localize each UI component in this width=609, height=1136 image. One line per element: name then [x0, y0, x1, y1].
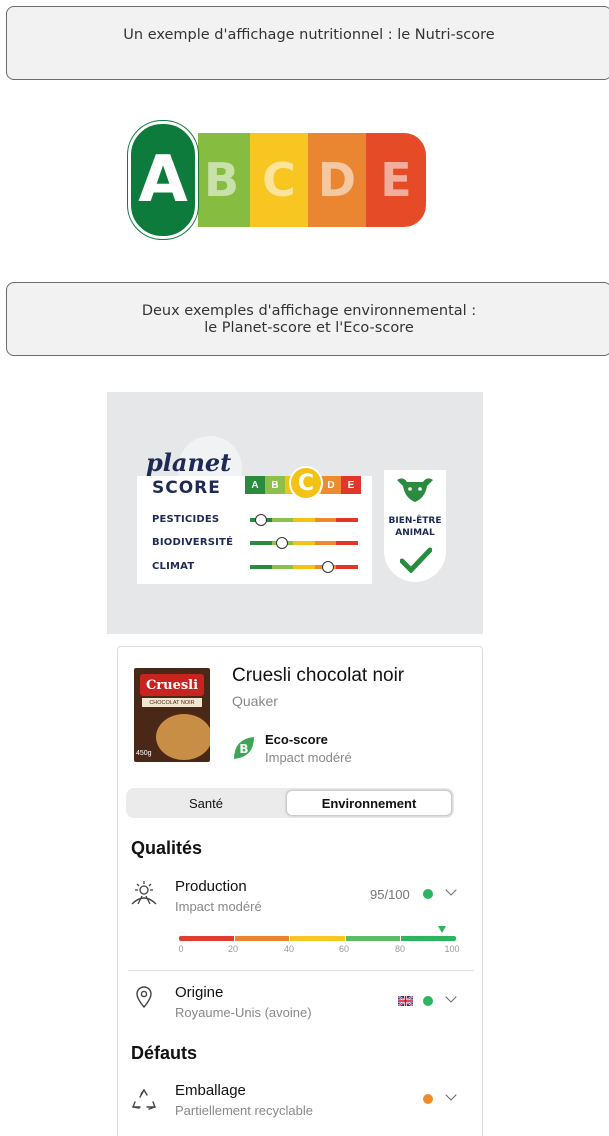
scale-tick-60: 60 [338, 944, 350, 954]
planet-score-logo-top: planet [146, 448, 232, 477]
nutriscore-logo: B C D E A [128, 121, 428, 239]
animal-welfare-label: BIEN-ÊTRE ANIMAL [384, 516, 446, 539]
origine-country: Royaume-Unis (avoine) [175, 1005, 312, 1020]
production-score: 95/100 [370, 887, 410, 902]
nutriscore-caption-text: Un exemple d'affichage nutritionnel : le… [123, 27, 495, 43]
environment-caption: Deux exemples d'affichage environnementa… [6, 282, 609, 356]
production-impact: Impact modéré [175, 899, 262, 914]
nutriscore-grade-b: B [198, 133, 250, 227]
cereal-bowl [156, 714, 210, 760]
production-status-dot [423, 889, 433, 899]
package-variant: CHOCOLAT NOIR [142, 698, 202, 707]
planet-row-pesticides: PESTICIDES [152, 514, 220, 525]
planet-row-biodiversite: BIODIVERSITÉ [152, 537, 234, 548]
nutriscore-grade-a-selected: A [128, 121, 198, 239]
tab-environnement[interactable]: Environnement [286, 790, 452, 816]
nutriscore-grade-e: E [366, 133, 426, 227]
score-tabs: Santé Environnement [126, 788, 454, 818]
scale-tick-20: 20 [227, 944, 239, 954]
emballage-label: Emballage [175, 1082, 246, 1099]
production-label: Production [175, 878, 247, 895]
planet-knob-climat [321, 561, 334, 573]
product-brand: Quaker [232, 693, 278, 709]
nutriscore-grade-c: C [250, 133, 308, 227]
field-sun-icon [131, 881, 157, 905]
planet-score-logo-bottom: SCORE [152, 478, 221, 498]
planet-grade-c-selected: C [289, 466, 323, 500]
eco-score-title: Eco-score [265, 732, 328, 747]
eco-score-impact: Impact modéré [265, 750, 352, 765]
scale-tick-40: 40 [283, 944, 295, 954]
origine-label: Origine [175, 984, 224, 1001]
nutriscore-grade-d: D [308, 133, 366, 227]
emballage-status-dot [423, 1094, 433, 1104]
planet-knob-pesticides [254, 514, 267, 526]
animal-welfare-line2: ANIMAL [395, 527, 435, 538]
production-score-bar [179, 936, 456, 941]
planet-grade-a: A [245, 476, 265, 494]
planet-grade-d: D [321, 476, 341, 494]
environment-caption-line1: Deux exemples d'affichage environnementa… [141, 302, 477, 319]
product-image[interactable]: Cruesli CHOCOLAT NOIR 450g [134, 668, 210, 762]
cow-head-icon [397, 478, 433, 502]
animal-welfare-line1: BIEN-ÊTRE [388, 516, 442, 526]
production-score-marker [438, 926, 447, 933]
section-qualites: Qualités [131, 838, 203, 858]
eco-score-grade: B [239, 742, 248, 756]
scale-tick-0: 0 [178, 944, 184, 954]
product-name: Cruesli chocolat noir [232, 665, 405, 686]
location-pin-icon [136, 986, 152, 1008]
recycle-icon [132, 1088, 156, 1110]
uk-flag-icon [398, 996, 413, 1006]
checkmark-icon [400, 547, 432, 573]
environment-caption-line2: le Planet-score et l'Eco-score [204, 320, 414, 336]
nutriscore-caption: Un exemple d'affichage nutritionnel : le… [6, 6, 609, 80]
scale-tick-80: 80 [394, 944, 406, 954]
planet-row-climat: CLIMAT [152, 561, 195, 572]
package-weight: 450g [136, 750, 152, 757]
planet-line-climat [250, 565, 358, 569]
planet-line-biodiversite [250, 541, 358, 545]
section-defauts: Défauts [131, 1043, 198, 1063]
planet-grade-e: E [341, 476, 361, 494]
planet-grade-b: B [265, 476, 285, 494]
scale-tick-100: 100 [444, 944, 460, 954]
origine-status-dot [423, 996, 433, 1006]
package-brand: Cruesli [140, 674, 204, 696]
eco-score-leaf-icon: B [234, 737, 254, 759]
tab-sante[interactable]: Santé [128, 790, 284, 816]
emballage-recyclability: Partiellement recyclable [175, 1103, 314, 1118]
row-divider [128, 970, 474, 971]
